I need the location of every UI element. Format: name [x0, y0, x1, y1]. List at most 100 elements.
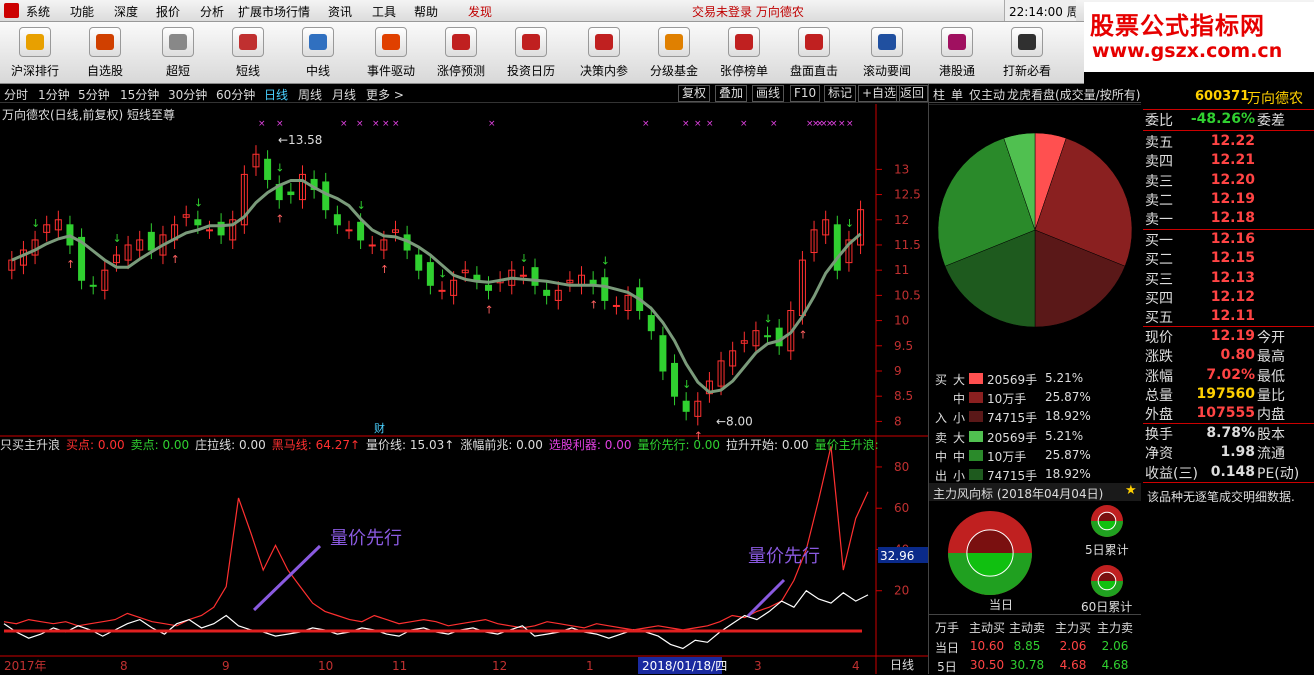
bid-row: 买四 12.12	[1143, 288, 1314, 307]
right-tab-3[interactable]: 龙虎看盘(成交量/按所有)	[1007, 86, 1140, 103]
chart-area[interactable]: 1312.51211.51110.5109.598.58↓↑↓↑↓↓↑↓↑ ↓↑↓…	[0, 104, 928, 674]
toolbar-label: 滚动要闻	[862, 64, 911, 78]
hk-icon	[941, 27, 973, 57]
period-tab-1[interactable]: 1分钟	[38, 86, 70, 103]
chart-tool-4[interactable]: 标记	[824, 85, 857, 102]
candles-icon	[232, 27, 264, 57]
chart-tool-3[interactable]: F10	[790, 85, 821, 102]
flow-side: 中	[935, 450, 948, 464]
toolbar-button-4[interactable]: 中线	[283, 25, 353, 81]
toolbar-label: 涨停预测	[436, 64, 485, 78]
login-status[interactable]: 交易未登录 万向德农	[692, 3, 804, 20]
period-tab-2[interactable]: 5分钟	[78, 86, 110, 103]
quote-value: 0.80	[1220, 347, 1255, 364]
sell-arrow-icon: ↓	[601, 255, 610, 268]
menu-item-6[interactable]: 资讯	[328, 3, 352, 20]
menu-item-3[interactable]: 报价	[156, 3, 180, 20]
indicator-value-4: 黑马线: 64.27↑	[271, 438, 361, 452]
buy-arrow-icon: ↑	[275, 213, 284, 226]
flow-pct: 5.21%	[1045, 371, 1084, 385]
no-detail-message: 该品种无逐笔成交明细数据.	[1147, 490, 1295, 504]
quote-label: 买四	[1145, 290, 1173, 307]
period-tab-6[interactable]: 日线	[264, 86, 288, 103]
menu-item-9[interactable]: 发现	[468, 3, 492, 20]
indicator-value-2: 卖点: 0.00	[130, 438, 190, 452]
rose-label-60d: 60日累计	[1081, 600, 1133, 614]
toolbar-button-8[interactable]: 决策内参	[569, 25, 639, 81]
chart-tool-6[interactable]: 返回	[896, 85, 929, 102]
flow-pct: 18.92%	[1045, 467, 1091, 481]
quote-label: 买一	[1145, 233, 1173, 249]
toolbar-button-10[interactable]: 张停榜单	[709, 25, 779, 81]
mf-header-row: 万手 主动买 主动卖 主力买 主力卖	[929, 617, 1141, 636]
right-panel-tabs: 柱单仅主动 龙虎看盘(成交量/按所有)	[929, 84, 1141, 103]
candle-body	[147, 231, 155, 251]
y-tick-label: 8	[894, 414, 902, 428]
toolbar-button-7[interactable]: 投资日历	[496, 25, 566, 81]
toolbar-button-13[interactable]: 港股通	[922, 25, 992, 81]
quote-value: 12.19	[1210, 328, 1255, 344]
period-tab-8[interactable]: 月线	[332, 86, 356, 103]
toolbar-button-3[interactable]: 短线	[213, 25, 283, 81]
x-tick-label: 2018/01/18/四	[642, 659, 727, 673]
menu-item-4[interactable]: 分析	[200, 3, 224, 20]
toolbar-label: 事件驱动	[366, 64, 415, 78]
mf-cell: 2.06	[1101, 639, 1129, 653]
star-icon[interactable]: ★	[1125, 483, 1137, 498]
period-tab-0[interactable]: 分时	[4, 86, 28, 103]
quote-label: 卖二	[1145, 192, 1173, 209]
toolbar-button-2[interactable]: 超短	[143, 25, 213, 81]
menu-item-2[interactable]: 深度	[114, 3, 138, 20]
chart-tool-5[interactable]: +自选	[858, 85, 901, 102]
app-icon[interactable]	[4, 3, 19, 18]
period-tab-7[interactable]: 周线	[298, 86, 322, 103]
clock: 22:14:00 周六	[1004, 0, 1076, 21]
quote-value: 1.98	[1220, 444, 1255, 461]
rose-60d	[1091, 565, 1123, 597]
candle-body	[357, 221, 365, 241]
candle-body	[682, 400, 690, 412]
menu-item-1[interactable]: 功能	[70, 3, 94, 20]
right-tab-1[interactable]: 单	[951, 86, 963, 103]
buy-arrow-icon: ↑	[485, 303, 494, 316]
chart-tool-1[interactable]: 叠加	[715, 85, 748, 102]
toolbar-button-12[interactable]: 滚动要闻	[852, 25, 922, 81]
right-panel: 柱单仅主动 龙虎看盘(成交量/按所有) 600371 万向德农 委比 -48.26%…	[928, 84, 1314, 674]
mf-header-cell: 主力买	[1054, 621, 1091, 635]
right-tab-2[interactable]: 仅主动	[969, 86, 1005, 103]
toolbar-label: 超短	[165, 64, 190, 78]
chart-tool-0[interactable]: 复权	[678, 85, 711, 102]
period-tab-3[interactable]: 15分钟	[120, 86, 159, 103]
menu-item-0[interactable]: 系统	[26, 3, 50, 20]
menu-item-7[interactable]: 工具	[372, 3, 396, 20]
quote-value: 12.11	[1210, 308, 1255, 325]
toolbar-button-9[interactable]: 分级基金	[639, 25, 709, 81]
period-tab-5[interactable]: 60分钟	[216, 86, 255, 103]
flow-pct: 5.21%	[1045, 429, 1084, 443]
cursor-value: 32.96	[880, 549, 914, 563]
chart-tool-2[interactable]: 画线	[752, 85, 785, 102]
candle-body	[345, 229, 353, 232]
period-tab-4[interactable]: 30分钟	[168, 86, 207, 103]
toolbar-button-0[interactable]: 沪深排行	[0, 25, 70, 81]
arrow-up-icon	[445, 27, 477, 57]
toolbar-button-14[interactable]: 打新必看	[992, 25, 1062, 81]
candle-body	[671, 362, 679, 397]
site-logo: 股票公式指标网 www.gszx.com.cn	[1084, 2, 1314, 72]
toolbar-button-5[interactable]: 事件驱动	[356, 25, 426, 81]
rose-5d	[1091, 505, 1123, 537]
period-tab-9[interactable]: 更多 >	[366, 86, 404, 103]
toolbar-button-11[interactable]: 盘面直击	[779, 25, 849, 81]
y-tick-label: 12	[894, 213, 909, 227]
right-tab-0[interactable]: 柱	[933, 86, 945, 103]
quote-label: 净资	[1145, 446, 1173, 463]
toolbar-button-6[interactable]: 涨停预测	[426, 25, 496, 81]
menu-item-5[interactable]: 扩展市场行情	[238, 3, 310, 20]
color-swatch	[969, 469, 983, 480]
stat2-row: 收益(三) 0.148 PE(动)	[1143, 463, 1314, 482]
stat-row: 涨幅 7.02% 最低	[1143, 366, 1314, 385]
flow-sell-row: 中中 10万手 25.87%	[929, 446, 1141, 465]
mf-row-label: 当日	[934, 641, 959, 655]
menu-item-8[interactable]: 帮助	[414, 3, 438, 20]
toolbar-button-1[interactable]: 自选股	[70, 25, 140, 81]
